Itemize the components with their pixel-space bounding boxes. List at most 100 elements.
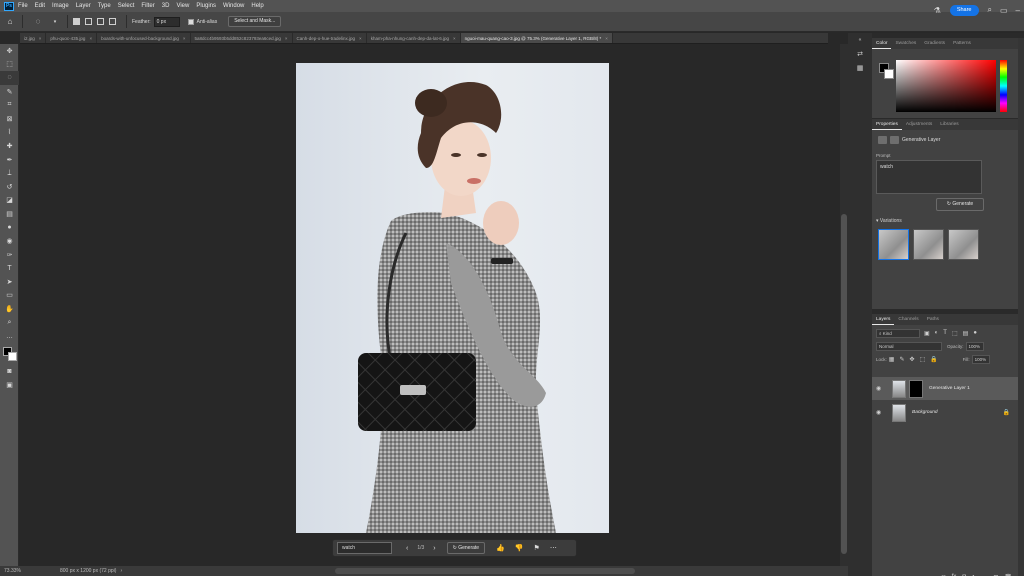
layer-row[interactable]: ◉ Generative Layer 1: [872, 377, 1018, 400]
tab-color[interactable]: Color: [872, 39, 892, 49]
chevron-down-icon[interactable]: ▾: [48, 15, 62, 29]
healing-tool-icon[interactable]: ✚: [0, 139, 19, 153]
close-icon[interactable]: ×: [453, 36, 456, 41]
thumbs-up-icon[interactable]: 👍: [496, 544, 505, 552]
marquee-tool-icon[interactable]: ⬚: [0, 58, 19, 72]
hue-slider[interactable]: [1000, 60, 1007, 112]
flask-icon[interactable]: ⚗: [934, 6, 941, 15]
doc-tab[interactable]: kham-pha-nhung-canh-dep-da-lat-6.jpg ×: [367, 33, 461, 43]
tab-adjustments[interactable]: Adjustments: [902, 120, 936, 130]
close-icon[interactable]: ×: [359, 36, 362, 41]
home-icon[interactable]: ⌂: [3, 15, 17, 29]
doc-tab[interactable]: 5a8dcc4b9593b5dd852c823793ea6ced.jpg ×: [191, 33, 293, 43]
doc-tab[interactable]: phu-quoc-435.jpg ×: [46, 33, 98, 43]
share-button[interactable]: Share: [949, 4, 979, 16]
menu-window[interactable]: Window: [223, 0, 244, 12]
adjustment-filter-icon[interactable]: ◐: [935, 330, 939, 336]
tab-libraries[interactable]: Libraries: [936, 120, 962, 130]
background-color[interactable]: [884, 69, 894, 79]
doc-tab[interactable]: boards-with-unfocused-background.jpg ×: [97, 33, 191, 43]
lock-icon[interactable]: 🔒: [1003, 409, 1010, 416]
rectangle-tool-icon[interactable]: ▭: [0, 289, 19, 303]
learn-icon[interactable]: ▦: [848, 61, 872, 75]
layer-row[interactable]: ◉ Background 🔒: [872, 401, 1018, 424]
lock-artboard-icon[interactable]: ⬚: [920, 356, 926, 363]
intersect-selection-mode-icon[interactable]: [109, 18, 116, 25]
frame-tool-icon[interactable]: ⊠: [0, 112, 19, 126]
quick-mask-icon[interactable]: ◙: [0, 365, 19, 379]
tab-paths[interactable]: Paths: [923, 315, 943, 325]
object-select-tool-icon[interactable]: ✎: [0, 85, 19, 99]
close-icon[interactable]: ×: [183, 36, 186, 41]
shape-filter-icon[interactable]: ⬚: [952, 330, 958, 337]
image-filter-icon[interactable]: ▣: [924, 330, 930, 337]
zoom-tool-icon[interactable]: ⌕: [0, 316, 19, 330]
adjustments-icon[interactable]: ⇄: [848, 47, 872, 61]
horizontal-scrollbar[interactable]: [335, 568, 635, 574]
feather-input[interactable]: 0 px: [153, 16, 180, 27]
generate-button[interactable]: ↻ Generate: [446, 542, 486, 554]
layer-mask-thumbnail[interactable]: [909, 379, 923, 398]
minimize-icon[interactable]: –: [1016, 6, 1020, 15]
gradient-tool-icon[interactable]: ▤: [0, 207, 19, 221]
doc-tab[interactable]: i2.jpg ×: [20, 33, 47, 43]
layer-name[interactable]: Generative Layer 1: [929, 386, 970, 391]
more-icon[interactable]: ⋯: [550, 544, 557, 552]
tab-properties[interactable]: Properties: [872, 120, 902, 130]
visibility-eye-icon[interactable]: ◉: [876, 385, 886, 392]
filter-toggle-icon[interactable]: ●: [973, 330, 977, 336]
add-selection-mode-icon[interactable]: [85, 18, 92, 25]
path-select-tool-icon[interactable]: ➤: [0, 275, 19, 289]
menu-select[interactable]: Select: [118, 0, 135, 12]
menu-plugins[interactable]: Plugins: [196, 0, 216, 12]
collapse-icon[interactable]: «: [848, 33, 872, 47]
vertical-scrollbar[interactable]: [840, 44, 848, 568]
menu-type[interactable]: Type: [98, 0, 111, 12]
close-icon[interactable]: ×: [89, 36, 92, 41]
chevron-right-icon[interactable]: ›: [120, 568, 122, 574]
variation-thumbnail[interactable]: [878, 229, 909, 260]
lasso-tool-icon[interactable]: ◌: [31, 15, 45, 29]
lock-position-icon[interactable]: ✥: [909, 356, 914, 363]
menu-file[interactable]: File: [18, 0, 28, 12]
color-picker-field[interactable]: [896, 60, 996, 112]
stamp-tool-icon[interactable]: ⍊: [0, 166, 19, 180]
chevron-left-icon[interactable]: ‹: [406, 545, 408, 552]
kind-filter-select[interactable]: ⌕ Kind: [876, 328, 920, 338]
menu-image[interactable]: Image: [52, 0, 69, 12]
tab-swatches[interactable]: Swatches: [891, 39, 920, 49]
doc-tab-active[interactable]: nguoi-mau-quang-cao-3.jpg @ 75.3% (Gener…: [460, 33, 613, 43]
panel-scrollbar[interactable]: [1018, 38, 1024, 576]
lock-all-icon[interactable]: 🔒: [930, 356, 937, 363]
blend-mode-select[interactable]: Normal: [876, 342, 942, 351]
flag-icon[interactable]: ⚑: [534, 544, 540, 552]
close-icon[interactable]: ×: [39, 36, 42, 41]
move-tool-icon[interactable]: ✥: [0, 44, 19, 58]
screen-mode-icon[interactable]: ▣: [0, 379, 19, 393]
prompt-input[interactable]: watch: [337, 542, 392, 554]
search-icon[interactable]: ⌕: [988, 5, 992, 15]
layer-name[interactable]: Background: [912, 410, 938, 415]
menu-help[interactable]: Help: [251, 0, 263, 12]
variations-header[interactable]: ▾ Variations: [876, 218, 902, 224]
prompt-textarea[interactable]: watch: [876, 160, 982, 194]
pen-tool-icon[interactable]: ✑: [0, 248, 19, 262]
crop-tool-icon[interactable]: ⌗: [0, 98, 19, 112]
variation-thumbnail[interactable]: [948, 229, 979, 260]
type-filter-icon[interactable]: T: [943, 330, 947, 336]
menu-edit[interactable]: Edit: [35, 0, 45, 12]
thumbs-down-icon[interactable]: 👎: [515, 544, 524, 552]
smart-object-filter-icon[interactable]: ▤: [963, 330, 969, 337]
brush-tool-icon[interactable]: ✒: [0, 153, 19, 167]
close-icon[interactable]: ×: [605, 36, 608, 41]
menu-view[interactable]: View: [176, 0, 189, 12]
more-tools-icon[interactable]: …: [0, 329, 19, 343]
dodge-tool-icon[interactable]: ◉: [0, 234, 19, 248]
hand-tool-icon[interactable]: ✋: [0, 302, 19, 316]
eyedropper-tool-icon[interactable]: ⌇: [0, 126, 19, 140]
antialias-checkbox[interactable]: [187, 18, 194, 25]
opacity-input[interactable]: 100%: [965, 342, 984, 351]
tab-layers[interactable]: Layers: [872, 315, 895, 325]
menu-filter[interactable]: Filter: [141, 0, 154, 12]
history-brush-tool-icon[interactable]: ↺: [0, 180, 19, 194]
